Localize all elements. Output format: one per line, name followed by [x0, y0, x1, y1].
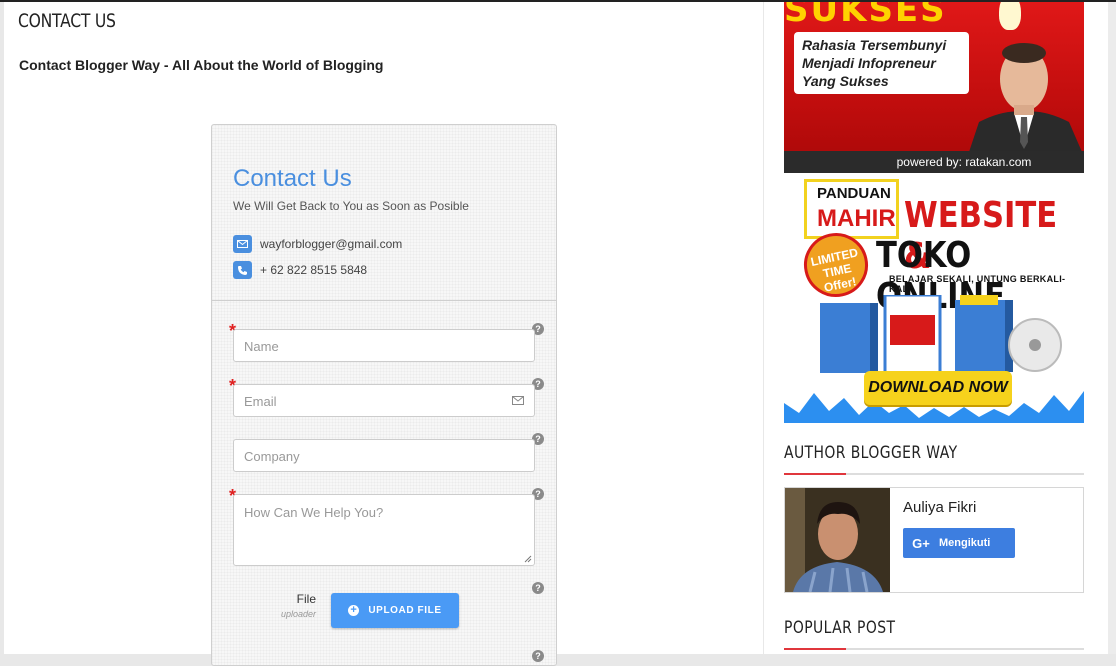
- phone-icon: [233, 261, 252, 279]
- page-subtitle: Contact Blogger Way - All About the Worl…: [19, 57, 384, 73]
- contact-email[interactable]: wayforblogger@gmail.com: [260, 237, 402, 251]
- email-placeholder: Email: [244, 394, 277, 409]
- google-plus-icon: G+: [912, 535, 930, 551]
- follow-button-label: Mengikuti: [939, 537, 991, 549]
- form-divider: [212, 300, 556, 301]
- main-content: CONTACT US Contact Blogger Way - All Abo…: [4, 2, 763, 666]
- resize-handle-icon[interactable]: [524, 555, 532, 563]
- widget-divider: [784, 473, 1084, 475]
- contact-phone-row: + 62 822 8515 5848: [233, 261, 367, 279]
- contact-phone: + 62 822 8515 5848: [260, 263, 368, 277]
- company-input[interactable]: Company: [233, 439, 535, 472]
- banner-footer: powered by: ratakan.com: [784, 151, 1084, 173]
- banner-panduan: PANDUAN: [817, 185, 891, 202]
- author-widget-title: AUTHOR BLOGGER WAY: [784, 443, 958, 463]
- popular-post-title: POPULAR POST: [784, 618, 896, 638]
- form-title: Contact Us: [233, 165, 352, 192]
- author-name[interactable]: Auliya Fikri: [903, 499, 976, 516]
- contact-form: Contact Us We Will Get Back to You as So…: [211, 124, 557, 666]
- banner-line: Rahasia Tersembunyi: [802, 37, 947, 53]
- message-placeholder: How Can We Help You?: [244, 505, 384, 520]
- envelope-icon: [512, 396, 524, 405]
- upload-button-label: UPLOAD FILE: [368, 605, 442, 616]
- file-sublabel: uploader: [280, 609, 316, 619]
- avatar[interactable]: [785, 488, 890, 592]
- banner-tagline: BELAJAR SEKALI, UNTUNG BERKALI-KALI: [889, 274, 1066, 294]
- product-boxes-image: [820, 295, 1062, 375]
- widget-divider: [784, 648, 1084, 650]
- businessman-image: [969, 43, 1082, 152]
- website-toko-online-banner[interactable]: PANDUAN MAHIR WEBSITE & TOKO ONLINE BELA…: [784, 173, 1084, 423]
- plus-circle-icon: +: [348, 604, 360, 616]
- message-textarea[interactable]: How Can We Help You?: [233, 494, 535, 566]
- envelope-icon: [233, 235, 252, 253]
- contact-email-row: wayforblogger@gmail.com: [233, 235, 402, 253]
- file-label: File: [296, 592, 316, 606]
- upload-file-button[interactable]: + UPLOAD FILE: [331, 593, 459, 628]
- name-input[interactable]: Name: [233, 329, 535, 362]
- page-scrollbar[interactable]: [1108, 2, 1116, 654]
- help-icon[interactable]: ?: [532, 650, 544, 662]
- email-input[interactable]: Email: [233, 384, 535, 417]
- author-card: Auliya Fikri G+ Mengikuti: [784, 487, 1084, 593]
- follow-button[interactable]: G+ Mengikuti: [903, 528, 1015, 558]
- banner-text-card: Rahasia Tersembunyi Menjadi Infopreneur …: [794, 32, 969, 94]
- banner-mahir: MAHIR: [817, 205, 896, 232]
- download-now-button[interactable]: DOWNLOAD NOW: [864, 371, 1012, 405]
- infopreneur-banner[interactable]: SUKSES Rahasia Tersembunyi Menjadi Infop…: [784, 2, 1084, 173]
- page-title: CONTACT US: [18, 10, 116, 32]
- form-tagline: We Will Get Back to You as Soon as Posib…: [233, 199, 469, 213]
- sidebar: SUKSES Rahasia Tersembunyi Menjadi Infop…: [764, 2, 1108, 654]
- banner-line: Menjadi Infopreneur: [802, 55, 936, 71]
- banner-headline: SUKSES: [784, 2, 947, 30]
- help-icon[interactable]: ?: [532, 582, 544, 594]
- banner-line: Yang Sukses: [802, 73, 889, 89]
